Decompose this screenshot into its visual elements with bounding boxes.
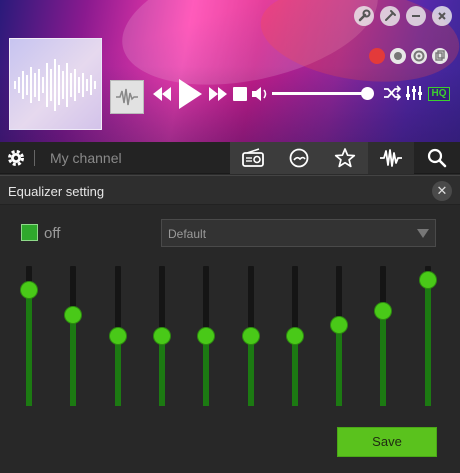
eq-band-slider[interactable] [375,266,391,408]
album-art [9,38,102,130]
eq-band-slider[interactable] [198,266,214,408]
previous-icon[interactable] [150,82,174,106]
wrench-icon[interactable] [354,6,374,26]
tab-equalizer[interactable] [368,142,414,174]
pin-icon[interactable] [380,6,400,26]
radio-icon [242,148,264,167]
equalizer-toggle-checkbox[interactable] [21,224,38,241]
next-icon[interactable] [206,82,230,106]
close-icon[interactable] [432,6,452,26]
eq-band-slider[interactable] [110,266,126,408]
heart-hand-icon [289,148,309,168]
gear-icon[interactable] [6,148,26,168]
eq-band-slider[interactable] [21,266,37,408]
tab-search[interactable] [414,142,460,174]
stop-icon[interactable] [230,82,250,106]
play-icon[interactable] [174,76,206,112]
eq-band-slider[interactable] [65,266,81,408]
preset-dropdown[interactable]: Default [161,219,436,247]
eq-band-handle[interactable] [420,272,436,289]
search-icon [427,148,447,168]
tab-radio[interactable] [230,142,276,174]
equalizer-bands [0,266,460,408]
eq-band-fill [203,338,209,406]
eq-band-fill [26,292,32,406]
eq-band-fill [70,316,76,406]
equalizer-toggle-label[interactable]: off [44,225,60,242]
waveform-art [14,59,96,111]
eq-band-fill [115,338,121,406]
eq-band-fill [292,338,298,406]
close-icon[interactable]: ✕ [432,181,452,201]
volume-slider[interactable] [272,92,372,95]
star-icon [334,148,356,168]
eq-band-fill [425,282,431,406]
share-buttons [369,48,448,64]
eq-band-fill [248,338,254,406]
eq-band-handle[interactable] [331,316,347,333]
minimize-icon[interactable] [406,6,426,26]
copy-icon[interactable] [432,48,448,64]
eq-band-fill [336,326,342,406]
eq-band-handle[interactable] [375,303,391,320]
player-header: HQ [0,0,460,142]
channel-label[interactable]: My channel [50,150,122,166]
navigation-bar: My channel [0,142,460,174]
window-controls [354,6,452,26]
waveform-icon [380,149,402,167]
equalizer-title: Equalizer setting [8,184,105,199]
playback-controls [150,76,270,112]
shuffle-icon[interactable] [383,85,402,106]
eq-band-slider[interactable] [287,266,303,408]
eq-band-slider[interactable] [243,266,259,408]
eq-band-fill [159,338,165,406]
eq-band-handle[interactable] [154,328,170,344]
soccer-icon[interactable] [390,48,406,64]
eq-band-slider[interactable] [420,266,436,408]
volume-icon[interactable] [250,82,270,106]
equalizer-icon[interactable] [405,85,423,106]
eq-band-handle[interactable] [65,306,81,323]
eq-band-handle[interactable] [243,328,259,344]
eq-band-handle[interactable] [21,282,37,299]
eq-band-slider[interactable] [154,266,170,408]
hq-badge[interactable]: HQ [428,87,450,101]
chevron-down-icon [417,229,429,238]
eq-band-slider[interactable] [331,266,347,408]
eq-band-fill [380,313,386,406]
record-icon[interactable] [369,48,385,64]
preset-value: Default [168,227,207,241]
tab-starred[interactable] [322,142,368,174]
volume-slider-handle[interactable] [361,87,374,100]
mini-waveform-thumbnail[interactable] [110,80,144,114]
divider [34,150,35,166]
equalizer-title-bar: Equalizer setting ✕ [0,175,460,205]
eq-band-handle[interactable] [287,328,303,344]
chrome-icon[interactable] [411,48,427,64]
save-button[interactable]: Save [337,427,437,457]
eq-band-handle[interactable] [110,328,126,344]
eq-band-handle[interactable] [198,328,214,344]
tab-favorites[interactable] [276,142,322,174]
